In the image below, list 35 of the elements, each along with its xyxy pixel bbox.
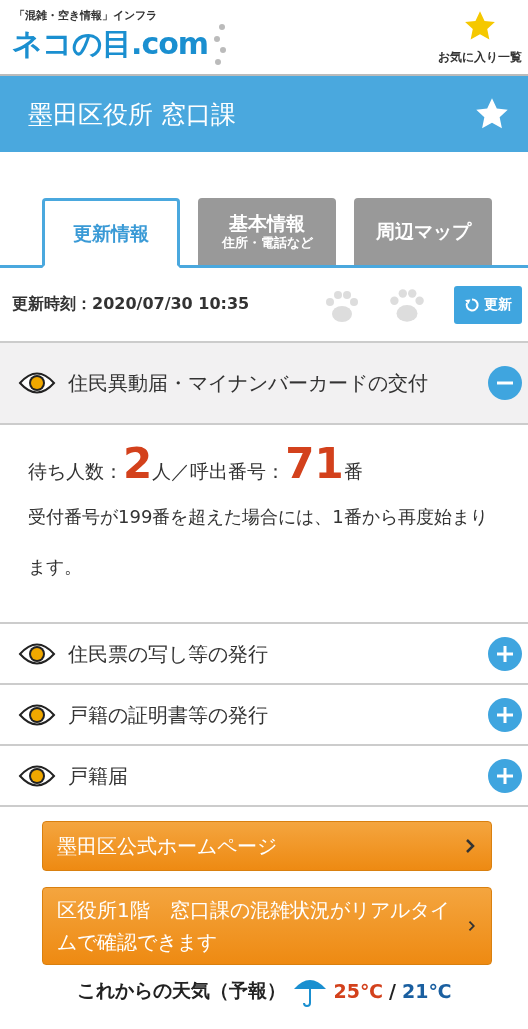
expand-icon[interactable] — [488, 697, 522, 732]
tab[interactable]: 更新情報 — [42, 198, 180, 268]
temperature-separator: / — [389, 980, 396, 1002]
page-title: 墨田区役所 窓口課 — [28, 98, 236, 131]
low-temperature: 21℃ — [401, 980, 452, 1002]
expand-icon[interactable] — [488, 636, 522, 671]
tab[interactable]: 周辺マップ — [354, 198, 492, 265]
call-label: 人／呼出番号： — [152, 459, 286, 484]
link-button[interactable]: 区役所1階 窓口課の混雑状況がリアルタイムで確認できます — [42, 887, 492, 965]
link-button[interactable]: 墨田区公式ホームページ — [42, 821, 492, 871]
section-title: 戸籍の証明書等の発行 — [68, 703, 269, 726]
paw-prints-icon — [212, 22, 229, 67]
section-title: 住民票の写し等の発行 — [68, 642, 269, 665]
tab[interactable]: 基本情報 住所・電話など — [198, 198, 336, 265]
site-logo[interactable]: ネコの目.com — [12, 24, 209, 65]
section-title: 戸籍届 — [68, 764, 129, 787]
favorites-link[interactable]: お気に入り一覧 — [438, 48, 522, 66]
refresh-button[interactable]: 更新 — [454, 285, 522, 324]
collapse-icon[interactable] — [488, 366, 522, 400]
update-time: 更新時刻：2020/07/30 10:35 — [12, 294, 250, 315]
weather-label: これからの天気（予報） — [76, 978, 286, 1003]
high-temperature: 25℃ — [333, 980, 383, 1002]
tagline: 「混雑・空き情報」インフラ — [14, 7, 158, 23]
note-text: 受付番号が199番を超えた場合には、1番から再度始まります。 — [28, 505, 489, 579]
wait-label: 待ち人数： — [28, 459, 123, 484]
chevron-icon — [465, 838, 475, 854]
section-title: 住民異動届・マイナンバーカードの交付 — [68, 372, 429, 394]
refresh-icon — [464, 296, 480, 313]
wait-count: 2 — [123, 439, 153, 488]
section-header[interactable]: 住民異動届・マイナンバーカードの交付 — [0, 343, 528, 425]
call-number: 71 — [285, 439, 344, 488]
chevron-icon — [467, 918, 475, 934]
eye-icon — [18, 370, 56, 396]
expand-icon[interactable] — [488, 758, 522, 793]
call-unit: 番 — [343, 459, 363, 484]
